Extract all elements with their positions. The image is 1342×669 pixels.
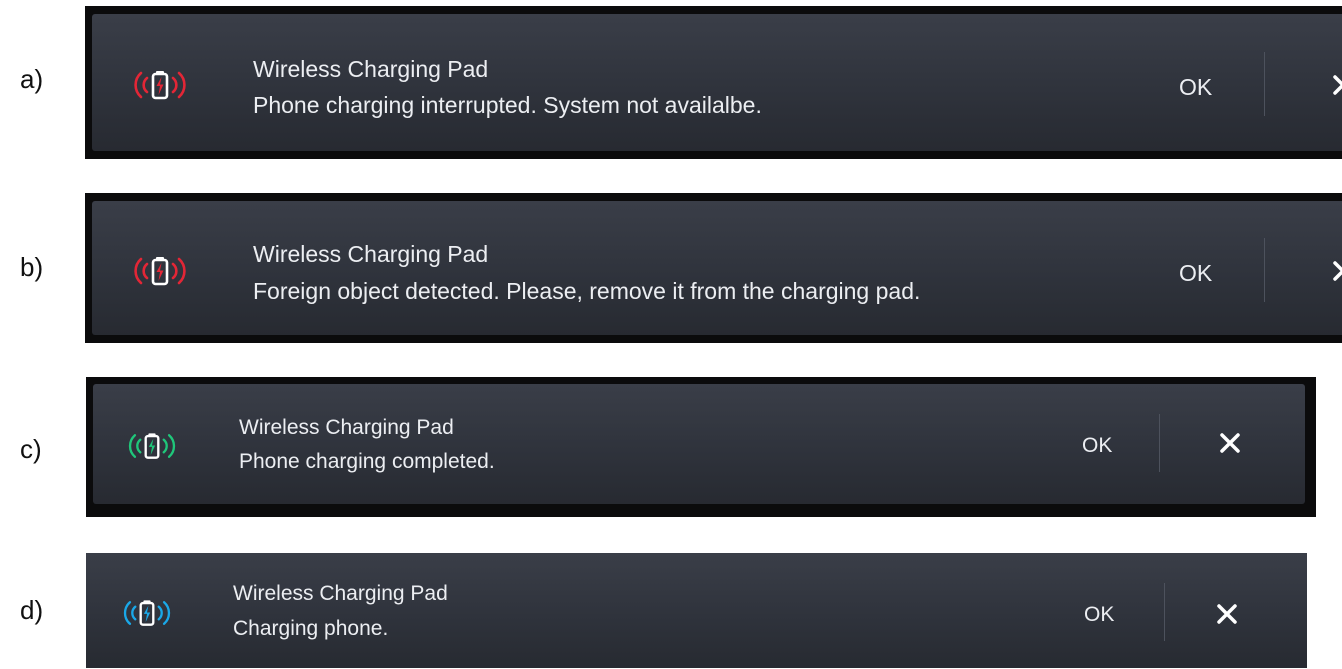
notification-message: Charging phone. <box>233 617 389 640</box>
screen-frame: Wireless Charging Pad Phone charging int… <box>85 6 1342 159</box>
notification-row-b: b) Wireless Charging Pad Foreign object … <box>0 185 1342 355</box>
row-label: d) <box>20 595 44 625</box>
notification-message: Phone charging interrupted. System not a… <box>253 92 762 118</box>
notification-message: Foreign object detected. Please, remove … <box>253 278 921 304</box>
wireless-charging-icon <box>134 257 186 286</box>
ok-button[interactable]: OK <box>1179 74 1212 101</box>
notification-title: Wireless Charging Pad <box>239 416 454 439</box>
row-label: b) <box>20 252 44 282</box>
ok-button[interactable]: OK <box>1084 603 1114 627</box>
close-icon[interactable] <box>1219 432 1241 454</box>
notification-message: Phone charging completed. <box>239 450 495 473</box>
ok-button[interactable]: OK <box>1082 434 1112 458</box>
divider <box>1264 52 1265 116</box>
close-icon[interactable] <box>1332 74 1342 96</box>
wireless-charging-icon <box>134 71 186 100</box>
wireless-charging-icon <box>123 600 171 626</box>
row-label: a) <box>20 64 44 94</box>
notification-title: Wireless Charging Pad <box>253 56 489 82</box>
divider <box>1264 238 1265 302</box>
notification-card: Wireless Charging Pad Phone charging com… <box>93 384 1305 504</box>
ok-button[interactable]: OK <box>1179 260 1212 287</box>
close-icon[interactable] <box>1216 603 1238 625</box>
row-label: c) <box>20 434 42 464</box>
divider <box>1159 414 1160 472</box>
notification-card: Wireless Charging Pad Foreign object det… <box>92 201 1342 335</box>
notification-row-d: d) Wireless Charging Pad Charging phone.… <box>0 545 1342 669</box>
close-icon[interactable] <box>1332 260 1342 282</box>
notification-card: Wireless Charging Pad Charging phone. OK <box>86 553 1307 668</box>
screen-frame: Wireless Charging Pad Foreign object det… <box>85 193 1342 343</box>
notification-row-a: a) Wireless Charging Pad Phone charging … <box>0 0 1342 170</box>
wireless-charging-icon <box>128 433 176 459</box>
notification-row-c: c) Wireless Charging Pad Phone charging … <box>0 370 1342 520</box>
notification-title: Wireless Charging Pad <box>253 241 489 267</box>
notification-title: Wireless Charging Pad <box>233 582 448 605</box>
notification-card: Wireless Charging Pad Phone charging int… <box>92 14 1342 151</box>
screen-frame: Wireless Charging Pad Phone charging com… <box>86 377 1316 517</box>
divider <box>1164 583 1165 641</box>
